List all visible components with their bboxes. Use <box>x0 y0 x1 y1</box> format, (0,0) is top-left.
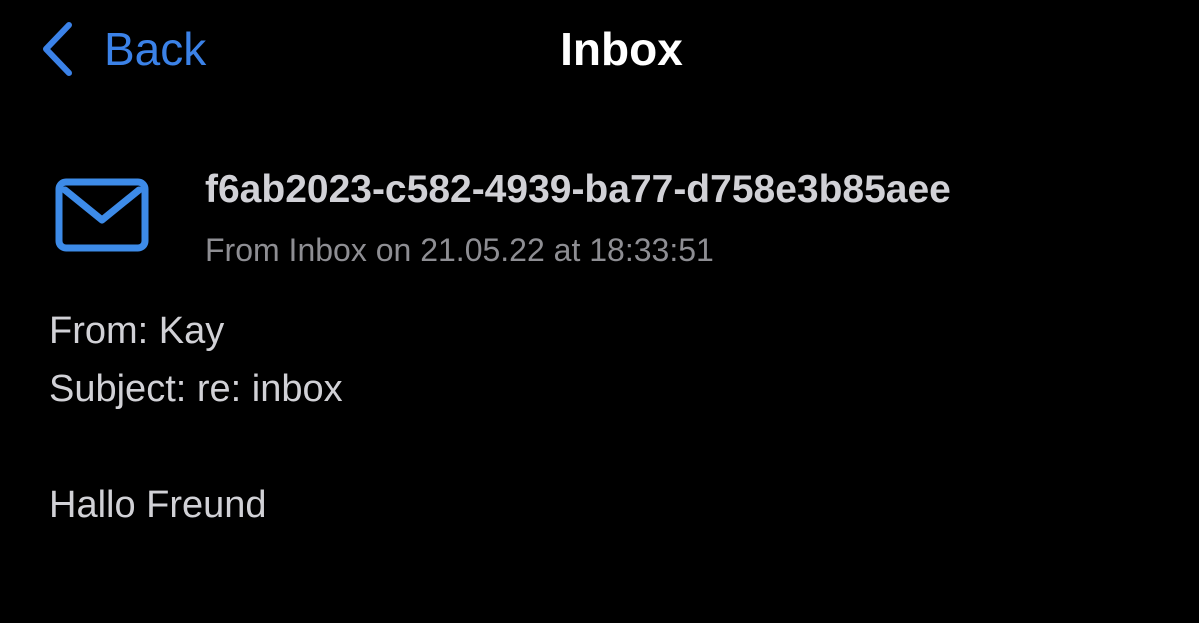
message-body: From: Kay Subject: re: inbox Hallo Freun… <box>49 302 343 534</box>
message-body-text: Hallo Freund <box>49 484 267 526</box>
message-header: f6ab2023-c582-4939-ba77-d758e3b85aee Fro… <box>0 150 1199 280</box>
mail-envelope-icon <box>55 178 149 252</box>
from-line: From: Kay <box>49 310 225 352</box>
page-title: Inbox <box>560 23 683 75</box>
message-id: f6ab2023-c582-4939-ba77-d758e3b85aee <box>205 168 951 211</box>
subject-line: Subject: re: inbox <box>49 368 343 410</box>
navigation-bar: Back Inbox <box>0 0 1199 100</box>
message-meta: From Inbox on 21.05.22 at 18:33:51 <box>205 232 714 268</box>
